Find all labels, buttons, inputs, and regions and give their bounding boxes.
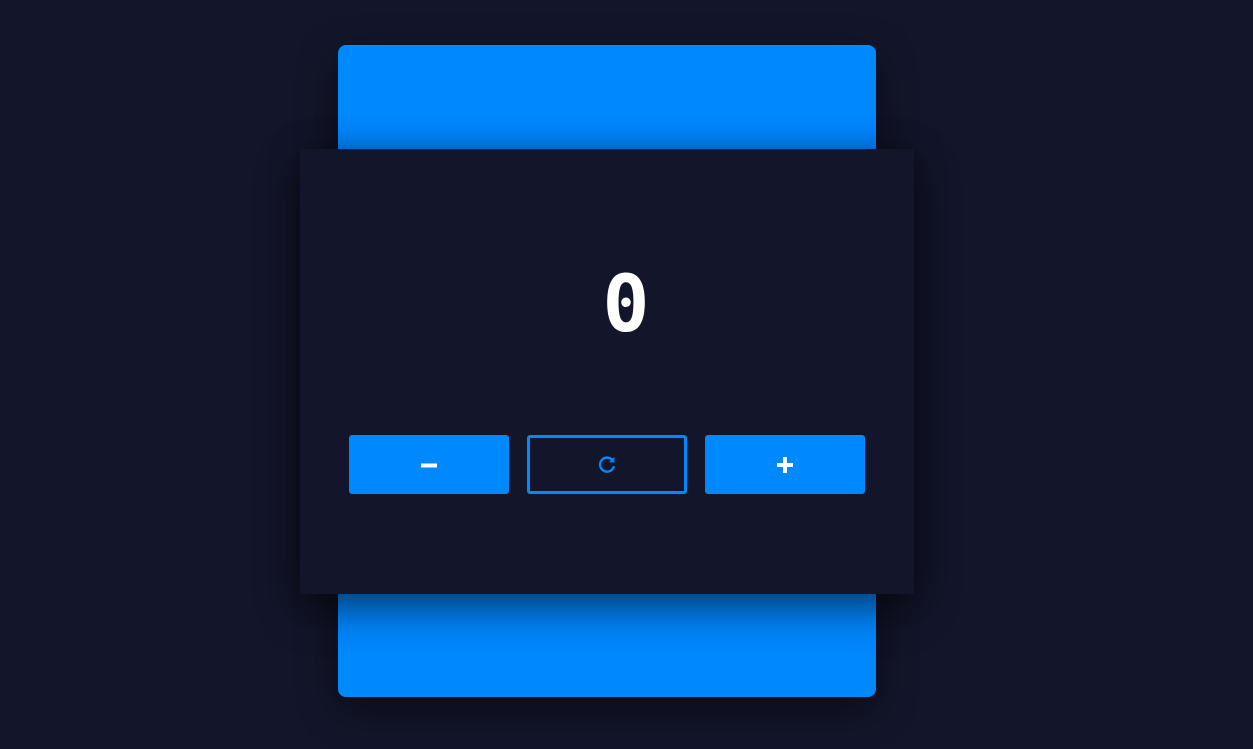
decrement-button[interactable] (349, 435, 509, 494)
increment-button[interactable] (705, 435, 865, 494)
reset-icon (598, 455, 615, 473)
counter-value: 0 (602, 260, 651, 350)
plus-icon (777, 456, 793, 473)
counter-card (300, 149, 914, 594)
minus-icon (421, 463, 437, 467)
reset-button[interactable] (527, 435, 687, 494)
